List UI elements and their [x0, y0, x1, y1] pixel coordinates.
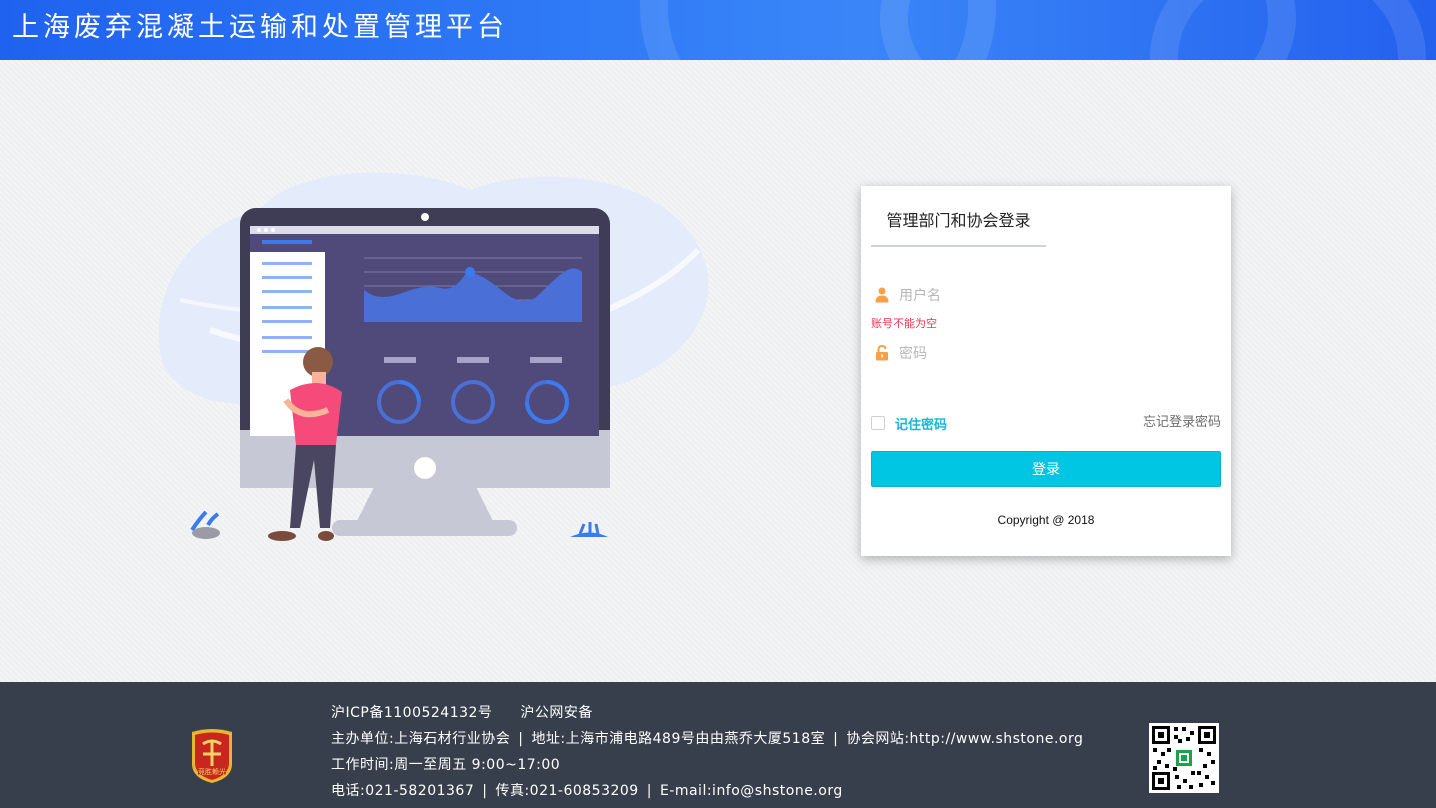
email-link[interactable]: E-mail:info@shstone.org: [660, 783, 843, 799]
header-bar: 上海废弃混凝土运输和处置管理平台: [0, 0, 1436, 60]
login-tab-title[interactable]: 管理部门和协会登录: [871, 210, 1046, 247]
fax: 传真:021-60853209: [495, 783, 639, 799]
header-decoration: [1150, 0, 1426, 60]
separator: |: [833, 731, 839, 747]
password-field: [871, 339, 1221, 369]
police-record[interactable]: 沪公网安备: [520, 705, 593, 721]
username-error: 账号不能为空: [871, 317, 937, 330]
username-field: [871, 281, 1221, 311]
separator: |: [646, 783, 652, 799]
footer-info: 沪ICP备1100524132号 沪公网安备 主办单位:上海石材行业协会 | 地址:…: [331, 703, 1083, 807]
password-input[interactable]: [899, 339, 1209, 369]
remember-label[interactable]: 记住密码: [895, 414, 947, 433]
login-panel: 管理部门和协会登录 账号不能为空 记住密码 忘记登录密码 登录 Copyrigh…: [861, 186, 1231, 556]
address: 地址:上海市浦电路489号由由燕乔大厦518室: [531, 731, 826, 747]
remember-password[interactable]: 记住密码: [871, 413, 947, 433]
separator: |: [482, 783, 488, 799]
computer-illustration: [158, 172, 709, 541]
forgot-password-link[interactable]: 忘记登录密码: [1143, 411, 1221, 430]
logo-text: 竞胜赖光: [198, 767, 226, 776]
copyright-text: Copyright @ 2018: [997, 513, 1095, 527]
remember-checkbox[interactable]: [871, 416, 885, 430]
phone: 电话:021-58201367: [331, 783, 475, 799]
qr-code: [1149, 723, 1219, 793]
app-title: 上海废弃混凝土运输和处置管理平台: [12, 12, 508, 43]
association-logo: 竞胜赖光: [192, 729, 232, 783]
login-button[interactable]: 登录: [871, 451, 1221, 487]
website-link[interactable]: 协会网站:http://www.shstone.org: [846, 731, 1083, 747]
host-organization: 主办单位:上海石材行业协会: [331, 731, 511, 747]
lock-icon: [876, 345, 888, 361]
username-input[interactable]: [899, 281, 1209, 311]
separator: |: [518, 731, 524, 747]
footer: 竞胜赖光 沪ICP备1100524132号 沪公网安备 主办单位:上海石材行业协…: [0, 682, 1436, 808]
icp-record[interactable]: 沪ICP备1100524132号: [331, 705, 492, 721]
user-icon: [875, 287, 889, 303]
working-hours: 工作时间:周一至周五 9:00~17:00: [331, 757, 561, 773]
